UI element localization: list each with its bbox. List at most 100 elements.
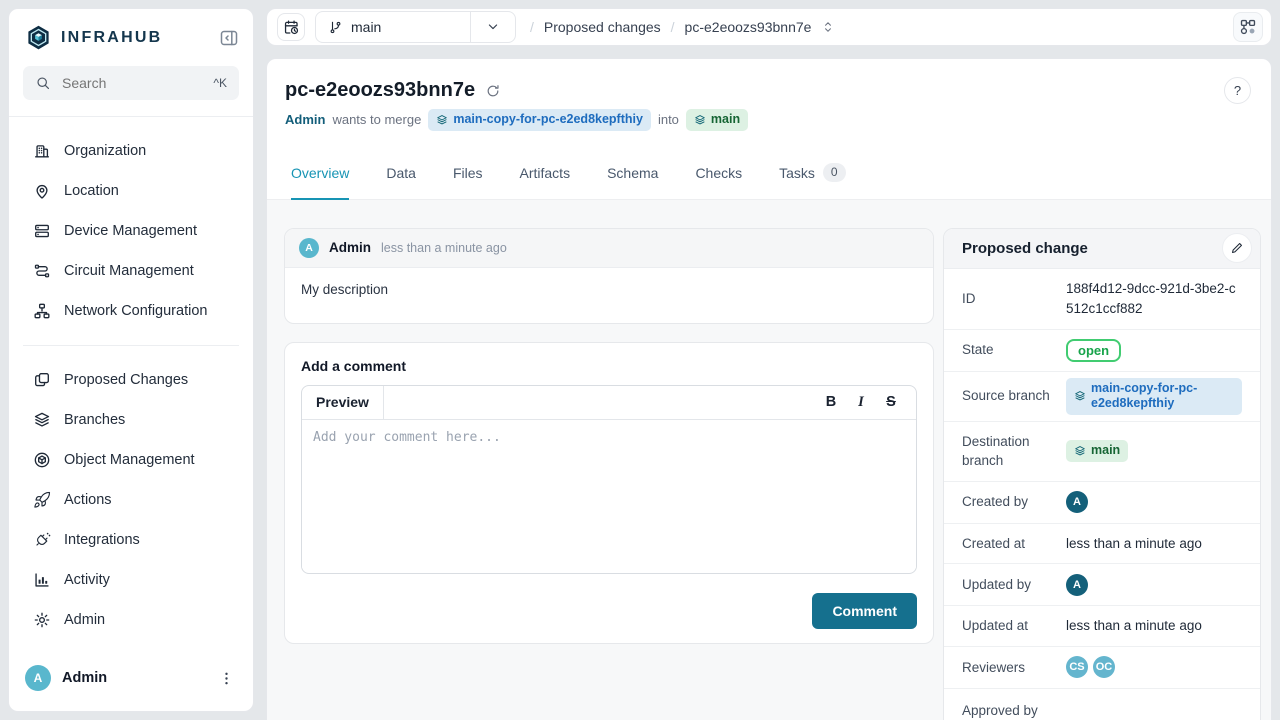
sidebar-item-label: Activity xyxy=(64,572,110,588)
source-branch-name: main-copy-for-pc-e2ed8kepfthiy xyxy=(453,112,643,128)
panel-header: Proposed change xyxy=(944,229,1260,269)
panel-row-source-branch: Source branch main-copy-for-pc-e2ed8kepf… xyxy=(944,372,1260,422)
chevrons-up-down-icon[interactable] xyxy=(821,20,835,34)
sidebar-collapse-button[interactable] xyxy=(219,28,239,48)
branch-name: main xyxy=(351,19,381,35)
sidebar-item-proposed-changes[interactable]: Proposed Changes xyxy=(21,360,241,400)
branch-selector-toggle[interactable] xyxy=(470,12,515,42)
user-menu-button[interactable] xyxy=(216,668,237,689)
cube-circle-icon xyxy=(33,451,51,469)
brand-name: INFRAHUB xyxy=(61,29,162,47)
sidebar-item-label: Actions xyxy=(64,492,112,508)
bold-button[interactable]: B xyxy=(818,394,844,410)
comment-editor: Preview B I S xyxy=(301,385,917,574)
sidebar-nav: Organization Location Device Management … xyxy=(9,117,253,640)
sidebar-item-label: Device Management xyxy=(64,223,197,239)
rocket-icon xyxy=(33,491,51,509)
sidebar-item-activity[interactable]: Activity xyxy=(21,560,241,600)
branch-selector-value: main xyxy=(316,19,470,35)
workflow-icon xyxy=(1239,18,1257,36)
tab-label: Schema xyxy=(607,165,658,181)
comment-submit-button[interactable]: Comment xyxy=(812,593,917,629)
tab-schema[interactable]: Schema xyxy=(607,148,658,200)
tab-checks[interactable]: Checks xyxy=(695,148,742,200)
network-icon xyxy=(33,302,51,320)
tab-data[interactable]: Data xyxy=(386,148,416,200)
search-input-box[interactable]: ^K xyxy=(23,66,239,100)
row-label: Source branch xyxy=(962,376,1066,416)
nav-divider xyxy=(23,345,239,346)
comment-header: A Admin less than a minute ago xyxy=(285,229,933,268)
kebab-icon xyxy=(218,670,235,687)
search-section: ^K xyxy=(9,64,253,117)
merge-author: Admin xyxy=(285,112,325,127)
destination-branch-badge[interactable]: main xyxy=(1066,440,1128,462)
tab-overview[interactable]: Overview xyxy=(291,148,349,200)
comment-body: My description xyxy=(285,268,933,323)
panel-row-created-at: Created at less than a minute ago xyxy=(944,524,1260,565)
refresh-icon xyxy=(485,83,501,99)
time-travel-button[interactable] xyxy=(277,13,305,41)
tab-tasks[interactable]: Tasks 0 xyxy=(779,148,845,200)
tab-artifacts[interactable]: Artifacts xyxy=(520,148,571,200)
comment-timestamp: less than a minute ago xyxy=(381,241,507,255)
sidebar-item-branches[interactable]: Branches xyxy=(21,400,241,440)
row-label: Reviewers xyxy=(962,648,1066,688)
tab-label: Data xyxy=(386,165,416,181)
tasks-count-badge: 0 xyxy=(823,163,846,181)
sidebar-item-label: Object Management xyxy=(64,452,195,468)
tab-label: Overview xyxy=(291,165,349,181)
into-text: into xyxy=(658,112,679,127)
breadcrumb-proposed-changes[interactable]: Proposed changes xyxy=(544,19,661,35)
search-input[interactable] xyxy=(60,74,204,92)
preview-tab[interactable]: Preview xyxy=(302,386,384,419)
comment-avatar: A xyxy=(299,238,319,258)
strikethrough-button[interactable]: S xyxy=(878,394,904,410)
help-button[interactable]: ? xyxy=(1224,77,1251,104)
workflow-button[interactable] xyxy=(1233,12,1263,42)
target-branch-badge[interactable]: main xyxy=(686,109,748,131)
proposed-change-panel: Proposed change ID 188f4d12-9dcc-921d-3b… xyxy=(943,228,1261,720)
destination-branch-name: main xyxy=(1091,443,1120,459)
sidebar-item-network-configuration[interactable]: Network Configuration xyxy=(21,291,241,331)
panel-row-updated-at: Updated at less than a minute ago xyxy=(944,606,1260,647)
updated-at-value: less than a minute ago xyxy=(1066,616,1242,636)
user-avatar: A xyxy=(25,665,51,691)
sidebar-user-row: A Admin xyxy=(9,653,253,711)
branch-selector[interactable]: main xyxy=(315,11,516,43)
sidebar-item-location[interactable]: Location xyxy=(21,171,241,211)
row-label: ID xyxy=(962,279,1066,319)
panel-row-reviewers: Reviewers CS OC xyxy=(944,647,1260,689)
source-branch-badge[interactable]: main-copy-for-pc-e2ed8kepfthiy xyxy=(1066,378,1242,415)
panel-row-state: State open xyxy=(944,330,1260,372)
tab-files[interactable]: Files xyxy=(453,148,483,200)
created-by-avatar: A xyxy=(1066,491,1088,513)
bar-chart-icon xyxy=(33,571,51,589)
state-badge: open xyxy=(1066,339,1121,362)
row-label: Created at xyxy=(962,524,1066,564)
sidebar-item-integrations[interactable]: Integrations xyxy=(21,520,241,560)
row-label: Created by xyxy=(962,482,1066,522)
refresh-button[interactable] xyxy=(485,83,501,99)
updated-by-avatar: A xyxy=(1066,574,1088,596)
sidebar-item-circuit-management[interactable]: Circuit Management xyxy=(21,251,241,291)
sidebar-item-actions[interactable]: Actions xyxy=(21,480,241,520)
add-comment-title: Add a comment xyxy=(301,358,917,374)
sidebar-item-device-management[interactable]: Device Management xyxy=(21,211,241,251)
calendar-clock-icon xyxy=(283,19,300,36)
sidebar-item-label: Organization xyxy=(64,143,146,159)
sidebar-item-label: Admin xyxy=(64,612,105,628)
row-label: Destination branch xyxy=(962,422,1066,481)
sidebar-item-organization[interactable]: Organization xyxy=(21,131,241,171)
breadcrumb-current[interactable]: pc-e2eoozs93bnn7e xyxy=(685,19,812,35)
comment-textarea[interactable] xyxy=(302,420,916,568)
italic-button[interactable]: I xyxy=(848,394,874,411)
sidebar-item-admin[interactable]: Admin xyxy=(21,600,241,640)
sidebar-header: INFRAHUB xyxy=(9,9,253,64)
edit-button[interactable] xyxy=(1222,233,1252,263)
server-icon xyxy=(33,222,51,240)
sidebar-item-label: Integrations xyxy=(64,532,140,548)
source-branch-badge[interactable]: main-copy-for-pc-e2ed8kepfthiy xyxy=(428,109,651,131)
topbar: main / Proposed changes / pc-e2eoozs93bn… xyxy=(266,8,1272,46)
sidebar-item-object-management[interactable]: Object Management xyxy=(21,440,241,480)
